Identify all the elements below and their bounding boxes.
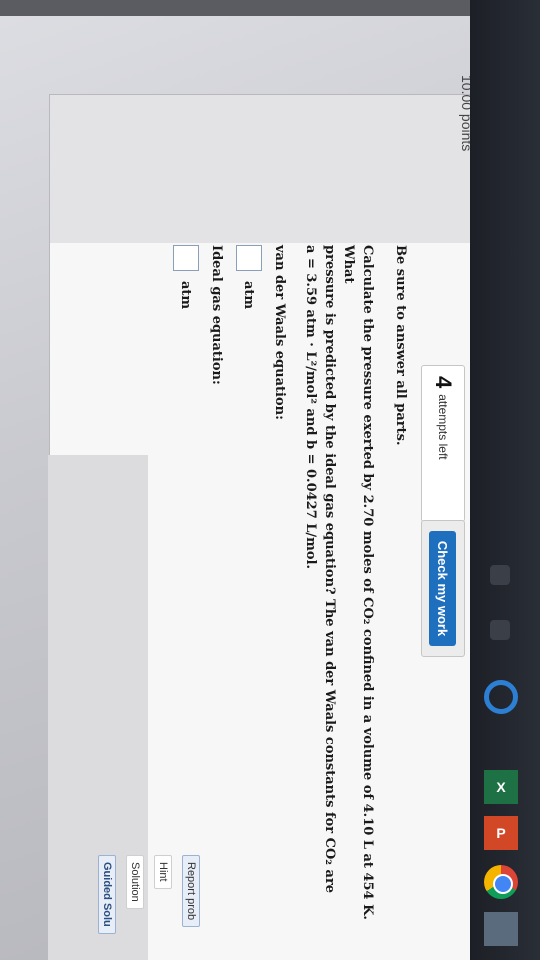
taskbar: X P [470,0,540,960]
monitor-bezel [0,0,540,16]
attempts-label: attempts left [436,394,450,460]
solution-button[interactable]: Solution [126,855,144,909]
ideal-answer-row: atm [173,245,199,935]
attempts-box: 4 attempts left [421,365,465,522]
browser-icon[interactable] [484,680,518,714]
attempts-count: 4 [431,376,456,389]
powerpoint-icon[interactable]: P [484,816,518,850]
left-gray-panel [50,95,470,243]
excel-icon[interactable]: X [484,770,518,804]
check-work-container: Check my work [421,520,465,657]
ideal-gas-label: Ideal gas equation: [209,245,224,385]
question-line-2: pressure is predicted by the ideal gas e… [322,245,337,894]
chrome-icon[interactable] [484,865,518,899]
question-line-1: Calculate the pressure exerted by 2.70 m… [341,245,375,920]
instructions: Be sure to answer all parts. [393,245,408,446]
taskbar-app-icon[interactable] [490,620,510,640]
photos-icon[interactable] [484,912,518,946]
vdw-answer-row: atm [236,245,262,935]
assignment-screen: 10.00 points 4 attempts left Check my wo… [48,75,475,960]
question-line-3: a = 3.59 atm · L²/mol² and b = 0.0427 L/… [303,245,318,570]
check-my-work-button[interactable]: Check my work [429,530,457,647]
vdw-pressure-input[interactable] [236,245,262,271]
vdw-label: van der Waals equation: [272,245,287,420]
taskbar-app-icon[interactable] [490,565,510,585]
question-text: Calculate the pressure exerted by 2.70 m… [301,245,377,935]
guided-solution-button[interactable]: Guided Solu [98,855,116,934]
vdw-unit: atm [241,281,257,310]
ideal-unit: atm [178,281,194,310]
report-problem-button[interactable]: Report prob [182,855,200,928]
ideal-pressure-input[interactable] [173,245,199,271]
side-tools: Report prob Hint Solution Guided Solu [50,855,220,960]
hint-button[interactable]: Hint [154,855,172,889]
